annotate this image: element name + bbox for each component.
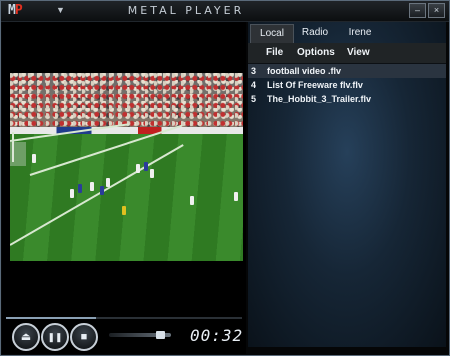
goal-net — [10, 142, 26, 166]
track-number: 3 — [251, 66, 257, 76]
logo-m: M — [8, 3, 16, 18]
menu-file[interactable]: File — [266, 47, 283, 58]
minimize-button[interactable]: – — [409, 3, 426, 18]
eject-button[interactable]: ⏏ — [12, 323, 40, 351]
app-title: METAL PLAYER — [127, 4, 245, 17]
seek-bar-fill — [6, 317, 96, 319]
close-button[interactable]: × — [428, 3, 445, 18]
advertising-boards — [10, 127, 243, 134]
player-figure — [32, 154, 36, 163]
stop-icon: ■ — [80, 331, 88, 343]
eject-icon: ⏏ — [20, 331, 32, 343]
playlist: 3 football video .flv 4 List Of Freeware… — [248, 64, 446, 106]
time-display: 00:32 — [190, 326, 244, 345]
touch-line — [10, 144, 184, 246]
video-frame[interactable] — [10, 73, 243, 261]
track-title: List Of Freeware flv.flv — [267, 80, 363, 90]
player-figure — [150, 169, 154, 178]
pause-button[interactable]: ❚❚ — [41, 323, 69, 351]
dropdown-triangle-icon[interactable]: ▼ — [56, 5, 65, 15]
player-figure — [190, 196, 194, 205]
playback-controls: ⏏ ❚❚ ■ 00:32 — [2, 314, 246, 354]
player-figure — [90, 182, 94, 191]
player-figure — [70, 189, 74, 198]
list-item[interactable]: 3 football video .flv — [248, 64, 446, 78]
logo-p: P — [14, 3, 23, 18]
list-item[interactable]: 5 The_Hobbit_3_Trailer.flv — [248, 92, 446, 106]
player-figure — [78, 184, 82, 193]
video-area[interactable] — [2, 22, 246, 314]
referee-figure — [122, 206, 126, 215]
volume-knob[interactable] — [156, 331, 165, 339]
playlist-menu: File Options View — [248, 43, 446, 64]
panel-tabs: Local Radio Irene — [248, 24, 446, 43]
player-figure — [106, 178, 110, 187]
player-window: MP ▼ METAL PLAYER – × ⏏ ❚❚ ■ 00:32 Local… — [0, 0, 450, 356]
tab-radio[interactable]: Radio — [294, 24, 336, 42]
track-title: The_Hobbit_3_Trailer.flv — [267, 94, 372, 104]
player-figure — [234, 192, 238, 201]
player-figure — [136, 164, 140, 173]
player-figure — [144, 162, 148, 171]
app-logo: MP — [8, 3, 23, 18]
seek-bar[interactable] — [6, 317, 242, 319]
tab-local[interactable]: Local — [250, 24, 294, 43]
stop-button[interactable]: ■ — [70, 323, 98, 351]
menu-view[interactable]: View — [347, 47, 370, 58]
football-pitch — [10, 123, 243, 261]
list-item[interactable]: 4 List Of Freeware flv.flv — [248, 78, 446, 92]
playlist-panel: Local Radio Irene File Options View 3 fo… — [248, 22, 446, 347]
track-number: 4 — [251, 80, 257, 90]
tab-irene[interactable]: Irene — [338, 24, 382, 42]
player-figure — [100, 186, 104, 195]
menu-options[interactable]: Options — [297, 47, 335, 58]
pause-icon: ❚❚ — [47, 332, 63, 342]
track-number: 5 — [251, 94, 257, 104]
track-title: football video .flv — [267, 66, 342, 76]
volume-slider[interactable] — [109, 331, 171, 339]
window-controls: – × — [409, 3, 445, 18]
title-bar[interactable]: MP ▼ METAL PLAYER – × — [1, 1, 449, 22]
